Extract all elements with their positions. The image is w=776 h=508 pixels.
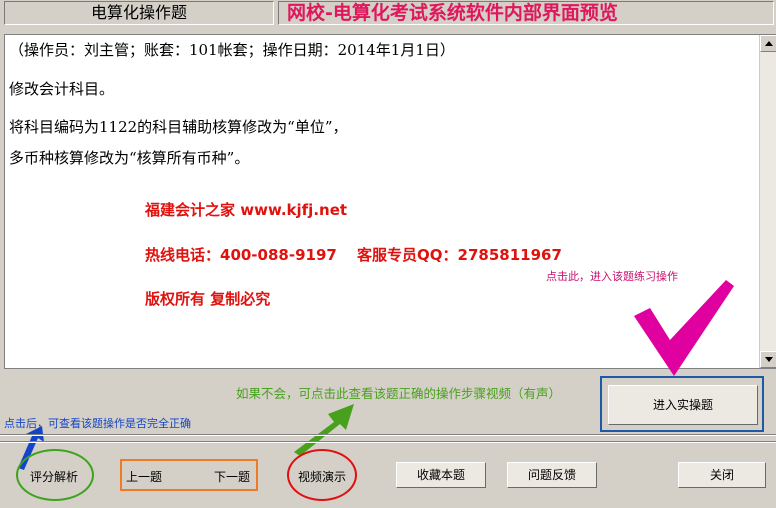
scroll-up-button[interactable]: [760, 35, 776, 52]
question-line-1: 修改会计科目。: [9, 80, 115, 98]
video-hint: 如果不会，可点击此查看该题正确的操作步骤视频（有声）: [236, 386, 562, 401]
title-bar: 电算化操作题 网校-电算化考试系统软件内部界面预览: [0, 0, 776, 28]
vertical-scrollbar[interactable]: [759, 35, 776, 368]
grade-analysis-button[interactable]: 评分解析: [30, 468, 78, 485]
next-question-button[interactable]: 下一题: [214, 468, 250, 485]
window-title: 电算化操作题: [4, 1, 274, 25]
question-line-2: 将科目编码为1122的科目辅助核算修改为“单位”，: [9, 118, 348, 136]
favorite-button[interactable]: 收藏本题: [396, 462, 486, 488]
scroll-down-button[interactable]: [760, 351, 776, 368]
arrow-down-icon: [765, 357, 773, 362]
close-button[interactable]: 关闭: [678, 462, 766, 488]
divider: [0, 434, 776, 436]
promo-hotline: 热线电话：400-088-9197 客服专员QQ：2785811967: [145, 246, 562, 264]
promo-site: 福建会计之家 www.kjfj.net: [145, 201, 348, 219]
checkmark-icon: [634, 280, 734, 376]
promo-copyright: 版权所有 复制必究: [145, 290, 271, 308]
video-demo-button[interactable]: 视频演示: [298, 468, 346, 485]
enter-practice-button[interactable]: 进入实操题: [608, 385, 758, 425]
question-meta: （操作员：刘主管；账套：101帐套；操作日期：2014年1月1日）: [9, 41, 455, 59]
preview-title: 网校-电算化考试系统软件内部界面预览: [278, 1, 774, 25]
arrow-up-icon: [765, 41, 773, 46]
feedback-button[interactable]: 问题反馈: [507, 462, 597, 488]
question-line-3: 多币种核算修改为“核算所有币种”。: [9, 149, 250, 167]
prev-question-button[interactable]: 上一题: [126, 468, 162, 485]
divider: [0, 441, 776, 443]
